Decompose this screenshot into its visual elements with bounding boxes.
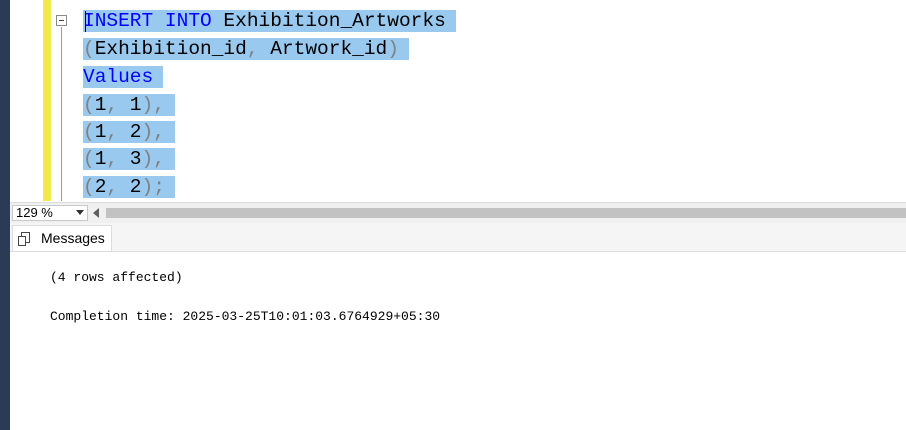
line-gutter <box>10 0 43 201</box>
identifier-token: 1 <box>94 148 107 170</box>
sql-keyword-token: Values <box>83 66 154 88</box>
code-line-6[interactable]: (1, 3), <box>83 146 175 173</box>
punctuation-token: , <box>106 176 119 198</box>
code-line-2[interactable]: (Exhibition_id, Artwork_id) <box>83 36 409 63</box>
identifier-token: 1 <box>118 94 142 116</box>
punctuation-token: ( <box>83 176 95 198</box>
code-line-4[interactable]: (1, 1), <box>83 92 175 119</box>
code-line-3[interactable]: Values <box>83 64 164 91</box>
punctuation-token: ( <box>83 148 95 170</box>
editor-status-bar: 129 % <box>10 202 906 223</box>
identifier-token: 3 <box>118 148 142 170</box>
window-frame-left <box>0 0 10 430</box>
punctuation-token: ), <box>141 121 165 143</box>
code-line-5[interactable]: (1, 2), <box>83 119 175 146</box>
identifier-token: Exhibition_Artworks <box>211 10 446 32</box>
rows-affected-message: (4 rows affected) <box>50 270 183 285</box>
code-line-1[interactable]: INSERT INTO Exhibition_Artworks <box>83 8 456 35</box>
collapse-minus-icon[interactable] <box>56 15 67 26</box>
tab-messages[interactable]: Messages <box>12 225 112 251</box>
messages-icon <box>18 232 30 246</box>
query-editor[interactable]: INSERT INTO Exhibition_Artworks (Exhibit… <box>10 0 906 201</box>
results-pane: Messages (4 rows affected) Completion ti… <box>10 223 906 430</box>
identifier-token: 1 <box>94 121 107 143</box>
zoom-dropdown[interactable]: 129 % <box>12 205 88 221</box>
outline-line <box>61 27 62 201</box>
change-tracking-bar <box>43 0 51 201</box>
zoom-value: 129 % <box>16 205 53 220</box>
punctuation-token: ), <box>141 148 165 170</box>
punctuation-token: ( <box>83 38 95 60</box>
punctuation-token: , <box>106 148 119 170</box>
chevron-down-icon[interactable] <box>76 210 84 215</box>
identifier-token: Exhibition_id <box>94 38 247 60</box>
sql-keyword-token: INTO <box>164 10 212 32</box>
identifier-token: 2 <box>118 121 142 143</box>
punctuation-token: ), <box>141 94 165 116</box>
horizontal-scrollbar-thumb[interactable] <box>106 208 906 218</box>
identifier-token: 2 <box>118 176 142 198</box>
outline-column <box>51 0 73 201</box>
punctuation-token: , <box>106 121 119 143</box>
tab-messages-label: Messages <box>41 230 105 246</box>
sql-keyword-token: INSERT <box>83 10 154 32</box>
completion-time-message: Completion time: 2025-03-25T10:01:03.676… <box>50 309 441 324</box>
punctuation-token: , <box>246 38 259 60</box>
punctuation-token: , <box>106 94 119 116</box>
results-tabstrip: Messages <box>10 223 906 252</box>
scroll-left-arrow-icon[interactable] <box>93 208 99 218</box>
punctuation-token: ) <box>387 38 399 60</box>
identifier-token: 1 <box>94 94 107 116</box>
punctuation-token: ); <box>141 176 165 198</box>
code-line-7[interactable]: (2, 2); <box>83 174 175 201</box>
punctuation-token: ( <box>83 121 95 143</box>
identifier-token <box>153 10 165 32</box>
punctuation-token: ( <box>83 94 95 116</box>
identifier-token: Artwork_id <box>258 38 388 60</box>
identifier-token: 2 <box>94 176 107 198</box>
text-caret <box>85 11 86 32</box>
